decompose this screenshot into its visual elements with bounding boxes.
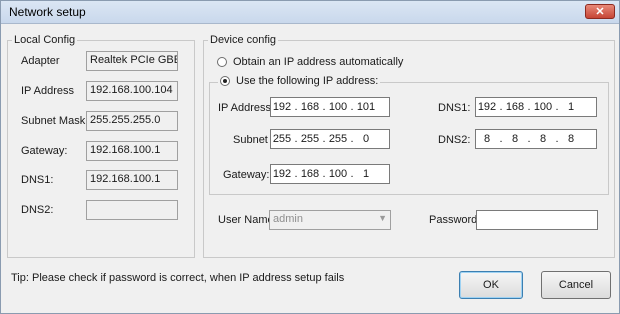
tip-text: Tip: Please check if password is correct…: [11, 272, 345, 284]
gateway-octet: 100: [328, 168, 348, 180]
dns1-octet: 1: [567, 101, 575, 113]
manual-ip-legend[interactable]: Use the following IP address:: [218, 75, 380, 89]
ip-octet: 101: [356, 101, 376, 113]
network-setup-window: Network setup ✕ Local Config Adapter Rea…: [0, 0, 620, 314]
subnet-mask-value: 255.255.255.0: [86, 111, 178, 131]
password-label: Password: [429, 214, 478, 226]
close-button[interactable]: ✕: [585, 4, 615, 19]
dns1-octet: 168: [505, 101, 525, 113]
ip-octet: 192: [272, 101, 292, 113]
radio-auto-circle[interactable]: [217, 57, 227, 67]
username-select[interactable]: admin ▼: [269, 210, 391, 230]
subnet-octet: 0: [362, 133, 370, 145]
device-ip-field[interactable]: 192. 168. 100. 101: [270, 97, 390, 117]
device-gateway-label: Gateway:: [223, 169, 270, 181]
dns2-octet: 8: [539, 133, 547, 145]
dns2-octet: 8: [483, 133, 491, 145]
dns2-octet: 8: [511, 133, 519, 145]
adapter-value: Realtek PCIe GBE Fam: [86, 51, 178, 71]
dns1-value: 192.168.100.1: [86, 170, 178, 190]
gateway-octet: 1: [362, 168, 370, 180]
device-config-legend: Device config: [210, 34, 277, 46]
cancel-button[interactable]: Cancel: [541, 271, 611, 299]
local-config-legend: Local Config: [14, 34, 76, 46]
chevron-down-icon[interactable]: ▼: [378, 213, 387, 223]
radio-manual-circle[interactable]: [220, 76, 230, 86]
device-ip-label: IP Address: [218, 102, 271, 114]
ip-address-value: 192.168.100.104: [86, 81, 178, 101]
subnet-octet: 255: [272, 133, 292, 145]
dns2-value: [86, 200, 178, 220]
window-title: Network setup: [9, 5, 86, 19]
radio-manual-label: Use the following IP address:: [236, 75, 379, 87]
device-subnet-field[interactable]: 255. 255. 255. 0: [270, 129, 390, 149]
gateway-value: 192.168.100.1: [86, 141, 178, 161]
username-value: admin: [273, 213, 303, 225]
ip-octet: 100: [328, 101, 348, 113]
gateway-label: Gateway:: [21, 145, 68, 157]
radio-obtain-automatic[interactable]: Obtain an IP address automatically: [217, 56, 403, 68]
device-subnet-label: Subnet: [233, 134, 268, 146]
device-dns2-label: DNS2:: [438, 134, 471, 146]
subnet-mask-label: Subnet Mask:: [21, 115, 89, 127]
dns2-label: DNS2:: [21, 204, 54, 216]
subnet-octet: 255: [300, 133, 320, 145]
title-bar[interactable]: Network setup ✕: [1, 1, 619, 24]
device-dns2-field[interactable]: 8. 8. 8. 8: [475, 129, 597, 149]
device-dns1-field[interactable]: 192. 168. 100. 1: [475, 97, 597, 117]
dns2-octet: 8: [567, 133, 575, 145]
device-dns1-label: DNS1:: [438, 102, 471, 114]
dns1-octet: 100: [533, 101, 553, 113]
radio-use-following[interactable]: Use the following IP address:: [220, 75, 378, 87]
username-label: User Name: [218, 214, 274, 226]
radio-auto-label: Obtain an IP address automatically: [233, 56, 404, 68]
ok-button[interactable]: OK: [459, 271, 523, 299]
dns1-octet: 192: [477, 101, 497, 113]
ip-address-label: IP Address: [21, 85, 74, 97]
dns1-label: DNS1:: [21, 174, 54, 186]
gateway-octet: 192: [272, 168, 292, 180]
subnet-octet: 255: [328, 133, 348, 145]
gateway-octet: 168: [300, 168, 320, 180]
device-gateway-field[interactable]: 192. 168. 100. 1: [270, 164, 390, 184]
password-input[interactable]: [476, 210, 598, 230]
ip-octet: 168: [300, 101, 320, 113]
adapter-label: Adapter: [21, 55, 60, 67]
